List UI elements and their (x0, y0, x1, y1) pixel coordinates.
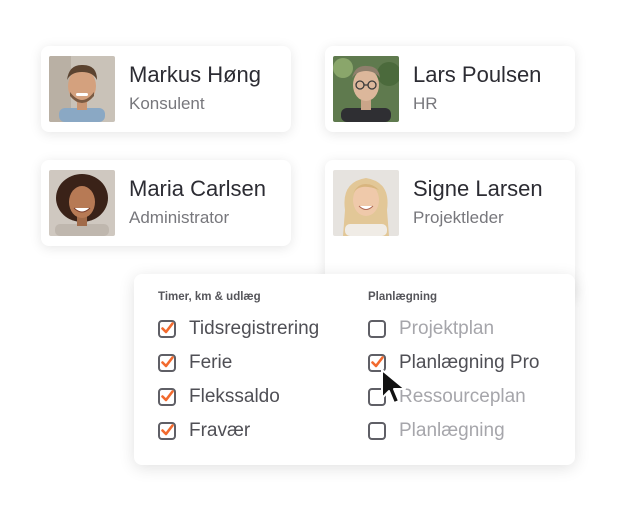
permission-label: Fravær (189, 420, 251, 441)
checkbox[interactable] (158, 388, 176, 406)
checkbox[interactable] (158, 320, 176, 338)
person-name: Markus Høng (129, 62, 262, 87)
person-card-maria[interactable]: Maria Carlsen Administrator (41, 160, 291, 246)
person-name: Signe Larsen (413, 176, 543, 201)
person-card-markus[interactable]: Markus Høng Konsulent (41, 46, 291, 132)
cursor-arrow-icon (381, 369, 406, 404)
person-name: Lars Poulsen (413, 62, 542, 87)
checkmark-icon (161, 356, 174, 368)
permission-label: Ressourceplan (399, 386, 526, 407)
person-card-lars[interactable]: Lars Poulsen HR (325, 46, 575, 132)
checkbox[interactable] (158, 354, 176, 372)
permission-label: Projektplan (399, 318, 495, 339)
person-role: HR (413, 94, 438, 113)
section-title-planlaegning: Planlægning (368, 291, 437, 303)
avatar (333, 170, 399, 236)
person-name: Maria Carlsen (129, 176, 266, 201)
avatar (49, 170, 115, 236)
person-role: Projektleder (413, 208, 504, 227)
checkbox[interactable] (368, 320, 386, 338)
permission-label: Planlægning Pro (399, 352, 540, 373)
permission-label: Ferie (189, 352, 233, 373)
checkbox[interactable] (368, 422, 386, 440)
permission-label: Tidsregistrering (189, 318, 320, 339)
avatar (49, 56, 115, 122)
section-title-timer: Timer, km & udlæg (158, 291, 261, 303)
permission-label: Planlægning (399, 420, 505, 441)
person-role: Konsulent (129, 94, 205, 113)
checkmark-icon (161, 322, 174, 334)
avatar (333, 56, 399, 122)
checkmark-icon (161, 390, 174, 402)
checkmark-icon (161, 424, 174, 436)
permissions-panel: Timer, km & udlæg Planlægning Tidsregist… (134, 274, 575, 465)
checkbox[interactable] (158, 422, 176, 440)
permission-label: Flekssaldo (189, 386, 280, 407)
person-role: Administrator (129, 208, 230, 227)
